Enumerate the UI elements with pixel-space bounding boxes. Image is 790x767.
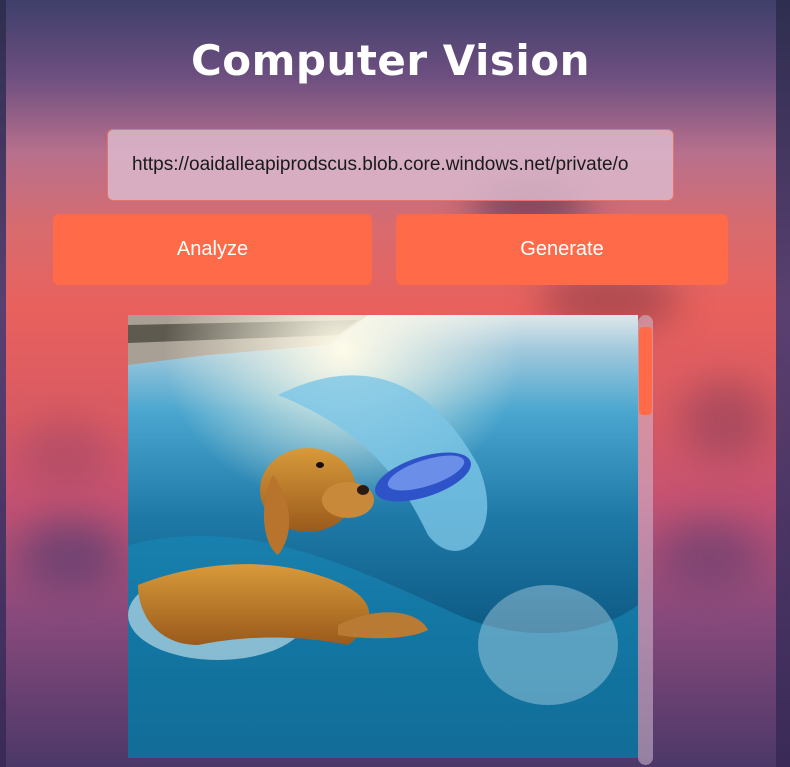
scrollbar-thumb[interactable] bbox=[639, 327, 652, 415]
url-input[interactable] bbox=[107, 129, 674, 201]
background-edge-left bbox=[0, 0, 6, 767]
result-image-graphic bbox=[128, 315, 638, 758]
background-edge-right bbox=[776, 0, 790, 767]
background-blob bbox=[20, 420, 110, 490]
background-blob bbox=[20, 520, 120, 590]
image-scrollbar[interactable] bbox=[638, 315, 653, 765]
analyze-button[interactable]: Analyze bbox=[53, 214, 372, 285]
result-image bbox=[128, 315, 638, 758]
generate-button[interactable]: Generate bbox=[396, 214, 728, 285]
page-title: Computer Vision bbox=[190, 36, 591, 85]
background-blob bbox=[680, 380, 770, 460]
background-blob bbox=[660, 520, 760, 590]
